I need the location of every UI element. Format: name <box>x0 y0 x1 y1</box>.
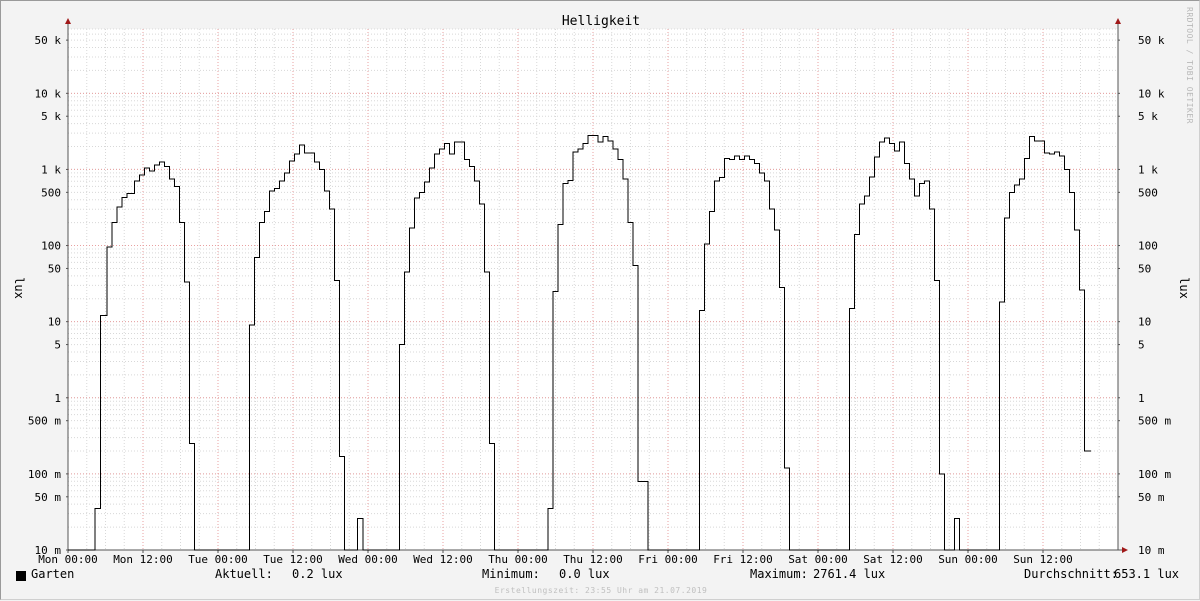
aktuell-value: 0.2 lux <box>292 567 343 581</box>
chart-title: Helligkeit <box>562 14 640 29</box>
y-tick-label: 10 <box>1138 316 1151 329</box>
y-axis-arrow-right <box>1115 18 1121 24</box>
x-tick-label: Fri 12:00 <box>713 553 773 566</box>
x-tick-label: Wed 00:00 <box>338 553 398 566</box>
durchschnitt-label: Durchschnitt: <box>1024 567 1118 581</box>
x-tick-label: Sat 00:00 <box>788 553 848 566</box>
legend-series-name: Garten <box>31 567 75 581</box>
chart-canvas: 50 k 10 k 5 k 1 k 500 100 50 10 5 1 500 m 100 m 50 m… <box>12 14 1191 566</box>
y-axis-arrow-left <box>65 18 71 24</box>
y-tick-label: 100 m <box>28 468 61 481</box>
y-tick-label: 50 k <box>35 34 62 47</box>
minimum-value: 0.0 lux <box>559 567 610 581</box>
y-tick-label: 1 <box>1138 392 1145 405</box>
y-tick-label: 10 <box>48 316 61 329</box>
y-tick-label: 500 m <box>1138 415 1171 428</box>
creation-time: Erstellungszeit: 23:55 Uhr am 21.07.2019 <box>494 586 708 595</box>
x-tick-label: Thu 12:00 <box>563 553 623 566</box>
x-tick-label: Mon 12:00 <box>113 553 173 566</box>
durchschnitt-value: 653.1 lux <box>1114 567 1180 581</box>
y-tick-label: 50 <box>48 262 61 275</box>
x-tick-label: Thu 00:00 <box>488 553 548 566</box>
y-axis-label-left: lux <box>12 277 26 299</box>
x-tick-label: Tue 12:00 <box>263 553 323 566</box>
y-tick-label: 500 <box>1138 186 1158 199</box>
x-tick-labels: Mon 00:00 Mon 12:00 Tue 00:00 Tue 12:00 Wed … <box>38 553 1073 566</box>
x-tick-label: Tue 00:00 <box>188 553 248 566</box>
x-tick-label: Wed 12:00 <box>413 553 473 566</box>
x-tick-label: Sat 12:00 <box>863 553 923 566</box>
y-tick-label: 5 k <box>1138 110 1158 123</box>
y-tick-label: 100 <box>1138 240 1158 253</box>
y-tick-label: 1 k <box>1138 163 1158 176</box>
y-tick-label: 500 <box>41 186 61 199</box>
x-tick-label: Mon 00:00 <box>38 553 98 566</box>
y-tick-label: 10 k <box>1138 87 1165 100</box>
aktuell-label: Aktuell: <box>215 567 273 581</box>
rrdtool-watermark: RRDTOOL / TOBI OETIKER <box>1185 7 1194 124</box>
y-tick-labels-right: 50 k 10 k 5 k 1 k 500 100 50 10 5 1 500 m 100 m 50 m… <box>1138 34 1171 557</box>
y-tick-label: 5 <box>54 339 61 352</box>
y-tick-label: 50 k <box>1138 34 1165 47</box>
maximum-value: 2761.4 lux <box>813 567 886 581</box>
x-tick-label: Sun 12:00 <box>1013 553 1073 566</box>
y-tick-label: 500 m <box>28 415 61 428</box>
legend-swatch-garten <box>16 571 26 581</box>
y-tick-label: 1 k <box>41 163 61 176</box>
x-tick-label: Sun 00:00 <box>938 553 998 566</box>
y-tick-label: 100 m <box>1138 468 1171 481</box>
y-tick-label: 50 m <box>1138 491 1165 504</box>
y-tick-label: 100 <box>41 240 61 253</box>
y-tick-label: 50 <box>1138 262 1151 275</box>
y-tick-labels-left: 50 k 10 k 5 k 1 k 500 100 50 10 5 1 500 m 100 m 50 m… <box>28 34 61 557</box>
y-tick-label: 1 <box>54 392 61 405</box>
y-tick-label: 10 m <box>1138 544 1165 557</box>
y-tick-label: 10 k <box>35 87 62 100</box>
maximum-label: Maximum: <box>750 567 808 581</box>
chart-window: 50 k 10 k 5 k 1 k 500 100 50 10 5 1 500 m 100 m 50 m… <box>0 0 1200 600</box>
y-tick-label: 5 <box>1138 339 1145 352</box>
y-tick-label: 50 m <box>35 491 62 504</box>
minimum-label: Minimum: <box>482 567 540 581</box>
x-tick-label: Fri 00:00 <box>638 553 698 566</box>
y-axis-label-right: lux <box>1177 277 1191 299</box>
y-tick-label: 5 k <box>41 110 61 123</box>
x-axis-arrow <box>1122 547 1128 553</box>
